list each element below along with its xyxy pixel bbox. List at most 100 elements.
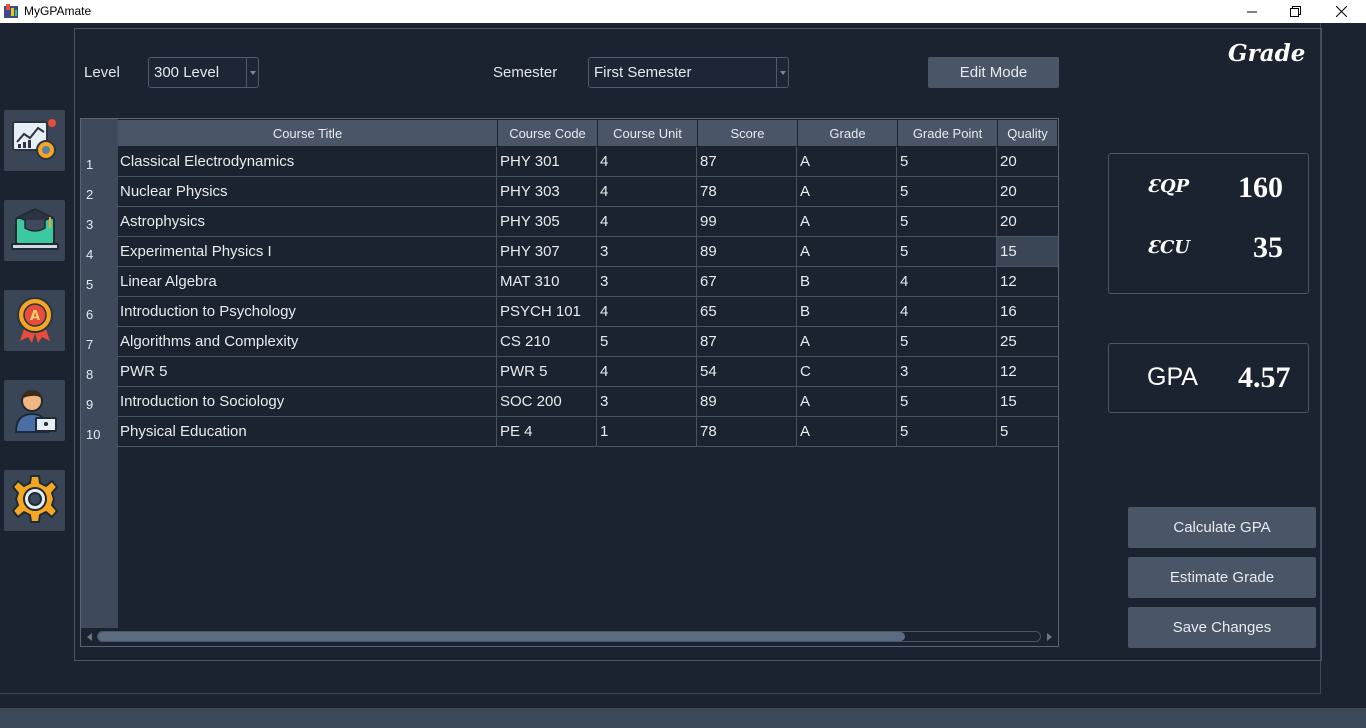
semester-select[interactable]: First Semester (588, 57, 789, 88)
estimate-grade-button[interactable]: Estimate Grade (1128, 557, 1316, 598)
table-cell[interactable]: Introduction to Sociology (117, 387, 497, 417)
table-cell[interactable]: PE 4 (497, 417, 597, 447)
sidebar-item-settings[interactable] (4, 470, 65, 531)
table-cell[interactable]: 3 (897, 357, 997, 387)
table-cell[interactable]: A (797, 147, 897, 177)
scroll-left-icon[interactable] (87, 633, 92, 641)
table-cell[interactable]: 5 (597, 327, 697, 357)
table-row[interactable]: 9 Introduction to Sociology SOC 200 3 89 A 5 15 (81, 387, 1058, 417)
table-cell[interactable]: 20 (997, 147, 1058, 177)
table-cell[interactable]: 5 (997, 417, 1058, 447)
restore-button[interactable] (1272, 0, 1318, 23)
table-cell[interactable]: 89 (697, 237, 797, 267)
table-cell[interactable]: A (797, 387, 897, 417)
table-cell[interactable]: 87 (697, 327, 797, 357)
table-cell[interactable]: Nuclear Physics (117, 177, 497, 207)
table-cell[interactable]: A (797, 237, 897, 267)
table-cell[interactable]: PSYCH 101 (497, 297, 597, 327)
column-header[interactable]: Grade (798, 120, 898, 146)
edit-mode-button[interactable]: Edit Mode (928, 57, 1059, 88)
column-header[interactable]: Score (698, 120, 798, 146)
table-cell[interactable]: A (797, 327, 897, 357)
table-cell[interactable]: B (797, 267, 897, 297)
minimize-button[interactable] (1229, 0, 1275, 23)
table-cell[interactable]: 15 (997, 237, 1058, 267)
table-cell[interactable]: 4 (597, 177, 697, 207)
table-cell[interactable]: PHY 303 (497, 177, 597, 207)
table-cell[interactable]: 1 (597, 417, 697, 447)
table-cell[interactable]: Linear Algebra (117, 267, 497, 297)
table-cell[interactable]: 78 (697, 417, 797, 447)
table-cell[interactable]: 5 (897, 417, 997, 447)
sidebar-item-courses[interactable] (4, 200, 65, 261)
table-cell[interactable]: Introduction to Psychology (117, 297, 497, 327)
table-cell[interactable]: A (797, 207, 897, 237)
table-cell[interactable]: 20 (997, 207, 1058, 237)
table-row[interactable]: 5 Linear Algebra MAT 310 3 67 B 4 12 (81, 267, 1058, 297)
column-header[interactable]: Course Title (118, 120, 498, 146)
column-header[interactable]: Course Code (498, 120, 598, 146)
table-cell[interactable]: Physical Education (117, 417, 497, 447)
close-button[interactable] (1318, 0, 1364, 23)
row-number[interactable]: 10 (81, 417, 118, 447)
table-cell[interactable]: 3 (597, 387, 697, 417)
table-cell[interactable]: 89 (697, 387, 797, 417)
row-number[interactable]: 4 (81, 237, 118, 267)
table-cell[interactable]: 3 (597, 237, 697, 267)
table-cell[interactable]: 54 (697, 357, 797, 387)
table-cell[interactable]: 20 (997, 177, 1058, 207)
table-cell[interactable]: C (797, 357, 897, 387)
row-number[interactable]: 6 (81, 297, 118, 327)
scroll-thumb[interactable] (98, 632, 905, 641)
table-cell[interactable]: Experimental Physics I (117, 237, 497, 267)
row-number[interactable]: 5 (81, 267, 118, 297)
table-row[interactable]: 2 Nuclear Physics PHY 303 4 78 A 5 20 (81, 177, 1058, 207)
table-row[interactable]: 6 Introduction to Psychology PSYCH 101 4 65 B… (81, 297, 1058, 327)
table-cell[interactable]: A (797, 417, 897, 447)
table-cell[interactable]: 5 (897, 207, 997, 237)
table-cell[interactable]: 65 (697, 297, 797, 327)
column-header[interactable]: Quality (998, 120, 1058, 146)
horizontal-scrollbar[interactable] (81, 628, 1058, 646)
column-header[interactable]: Course Unit (598, 120, 698, 146)
table-cell[interactable]: CS 210 (497, 327, 597, 357)
table-cell[interactable]: 12 (997, 357, 1058, 387)
table-cell[interactable]: 4 (597, 147, 697, 177)
table-cell[interactable]: 16 (997, 297, 1058, 327)
table-cell[interactable]: 87 (697, 147, 797, 177)
table-cell[interactable]: 3 (597, 267, 697, 297)
courses-table[interactable]: Course Title Course Code Course Unit Score G… (80, 118, 1059, 647)
save-changes-button[interactable]: Save Changes (1128, 607, 1316, 648)
row-number[interactable]: 1 (81, 147, 118, 177)
table-cell[interactable]: Algorithms and Complexity (117, 327, 497, 357)
row-number[interactable]: 8 (81, 357, 118, 387)
table-cell[interactable]: 5 (897, 387, 997, 417)
table-row[interactable]: 4 Experimental Physics I PHY 307 3 89 A 5 15 (81, 237, 1058, 267)
table-cell[interactable]: 12 (997, 267, 1058, 297)
table-cell[interactable]: MAT 310 (497, 267, 597, 297)
table-row[interactable]: 8 PWR 5 PWR 5 4 54 C 3 12 (81, 357, 1058, 387)
table-cell[interactable]: PHY 305 (497, 207, 597, 237)
row-number[interactable]: 2 (81, 177, 118, 207)
table-cell[interactable]: SOC 200 (497, 387, 597, 417)
table-cell[interactable]: B (797, 297, 897, 327)
table-cell[interactable]: Astrophysics (117, 207, 497, 237)
table-cell[interactable]: A (797, 177, 897, 207)
table-cell[interactable]: 78 (697, 177, 797, 207)
table-row[interactable]: 7 Algorithms and Complexity CS 210 5 87 A 5 25 (81, 327, 1058, 357)
table-cell[interactable]: 67 (697, 267, 797, 297)
sidebar-item-grades[interactable]: A (4, 290, 65, 351)
table-cell[interactable]: 5 (897, 237, 997, 267)
table-cell[interactable]: 25 (997, 327, 1058, 357)
table-row[interactable]: 10 Physical Education PE 4 1 78 A 5 5 (81, 417, 1058, 447)
table-cell[interactable]: PWR 5 (497, 357, 597, 387)
row-number[interactable]: 9 (81, 387, 118, 417)
sidebar-item-profile[interactable] (4, 380, 65, 441)
table-cell[interactable]: PHY 307 (497, 237, 597, 267)
table-cell[interactable]: 4 (597, 357, 697, 387)
table-cell[interactable]: PHY 301 (497, 147, 597, 177)
scroll-right-icon[interactable] (1047, 633, 1052, 641)
table-cell[interactable]: 4 (897, 297, 997, 327)
table-cell[interactable]: Classical Electrodynamics (117, 147, 497, 177)
table-row[interactable]: 3 Astrophysics PHY 305 4 99 A 5 20 (81, 207, 1058, 237)
